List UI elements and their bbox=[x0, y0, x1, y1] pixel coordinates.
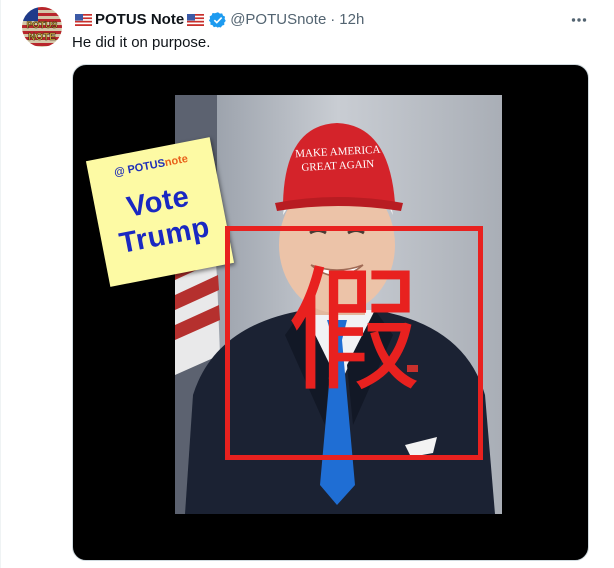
tweet-card: POTUS NOTE POTUS Note @POTUSnote · 12h H… bbox=[0, 0, 614, 568]
verified-badge-icon[interactable] bbox=[209, 11, 227, 29]
vote-trump-sticky-note: @ POTUSnote Vote Trump bbox=[85, 137, 235, 287]
us-flag-icon bbox=[187, 14, 205, 26]
tweet-media[interactable]: MAKE AMERICA GREAT AGAIN @ POTUSnote Vot… bbox=[72, 64, 589, 561]
fake-stamp-character: 假 bbox=[286, 253, 422, 410]
user-handle[interactable]: @POTUSnote bbox=[230, 10, 326, 30]
avatar-text-bottom: NOTE bbox=[28, 32, 56, 43]
tweet-text: He did it on purpose. bbox=[72, 34, 211, 51]
separator-dot: · bbox=[330, 11, 336, 28]
sticky-brand-prefix: @ POTUS bbox=[113, 157, 167, 179]
more-options-button[interactable] bbox=[567, 8, 591, 32]
display-name[interactable]: POTUS Note bbox=[95, 10, 184, 30]
avatar-text-top: POTUS bbox=[26, 20, 57, 30]
timestamp[interactable]: 12h bbox=[339, 10, 364, 30]
avatar[interactable]: POTUS NOTE bbox=[22, 7, 62, 47]
tweet-header: POTUS Note @POTUSnote · 12h bbox=[72, 10, 364, 30]
us-flag-icon bbox=[75, 14, 92, 26]
sticky-brand-suffix: note bbox=[163, 152, 189, 170]
more-options-icon bbox=[571, 18, 587, 22]
avatar-image: POTUS NOTE bbox=[22, 7, 62, 47]
